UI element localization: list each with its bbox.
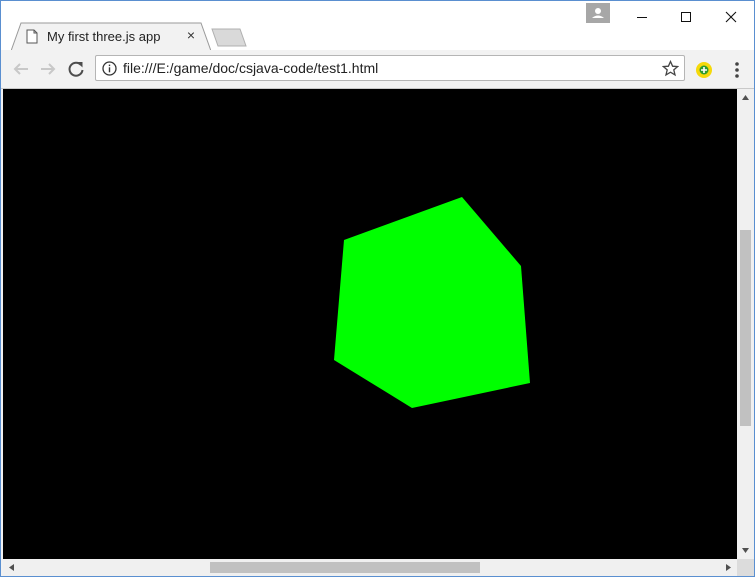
browser-window: My first three.js app × file:///E:/game/… [0, 0, 755, 577]
close-icon[interactable] [708, 1, 753, 33]
scroll-left-icon[interactable] [3, 559, 20, 576]
star-icon[interactable] [661, 59, 680, 77]
horizontal-scroll-thumb[interactable] [210, 562, 480, 573]
reload-icon[interactable] [64, 57, 88, 81]
green-cube [334, 197, 530, 408]
page-icon [26, 29, 38, 44]
address-bar[interactable]: file:///E:/game/doc/csjava-code/test1.ht… [95, 55, 685, 81]
info-icon[interactable] [102, 61, 117, 76]
scrollbar-corner [737, 559, 754, 576]
tab-close-icon[interactable]: × [183, 27, 199, 43]
scroll-down-icon[interactable] [737, 542, 754, 559]
menu-icon[interactable] [727, 59, 747, 81]
tab-active[interactable]: My first three.js app × [11, 22, 211, 51]
vertical-scroll-thumb[interactable] [740, 230, 751, 426]
back-arrow-icon[interactable] [9, 57, 33, 81]
scroll-right-icon[interactable] [720, 559, 737, 576]
scroll-up-icon[interactable] [737, 89, 754, 106]
toolbar: file:///E:/game/doc/csjava-code/test1.ht… [1, 50, 754, 89]
minimize-icon[interactable] [619, 1, 664, 33]
tab-strip: My first three.js app × [1, 1, 754, 51]
new-tab-icon[interactable] [209, 28, 249, 48]
url-text[interactable]: file:///E:/game/doc/csjava-code/test1.ht… [123, 60, 378, 76]
forward-arrow-icon[interactable] [36, 57, 60, 81]
extension-icon[interactable] [695, 61, 713, 79]
tab-title: My first three.js app [47, 29, 161, 44]
profile-icon[interactable] [586, 3, 610, 23]
scene [334, 197, 530, 408]
horizontal-scrollbar[interactable] [3, 559, 737, 576]
webgl-canvas[interactable] [3, 89, 737, 559]
maximize-icon[interactable] [663, 1, 708, 33]
vertical-scrollbar[interactable] [737, 89, 754, 559]
